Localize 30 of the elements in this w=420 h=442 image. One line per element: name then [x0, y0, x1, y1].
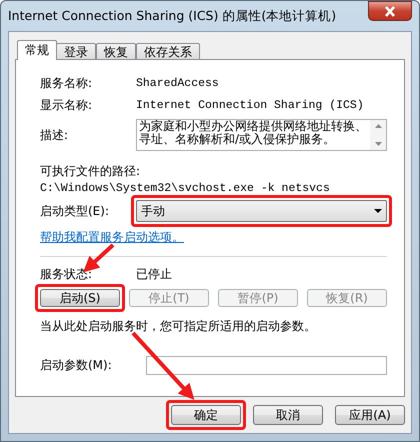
- scroll-up-icon: [374, 124, 382, 128]
- dialog-button[interactable]: 确定: [171, 405, 241, 425]
- tab[interactable]: 常规: [17, 40, 57, 60]
- field-label: 显示名称:: [40, 96, 94, 114]
- startup-type-dropdown[interactable]: 手动: [136, 200, 387, 222]
- description-box[interactable]: 为家庭和小型办公网络提供网络地址转换、寻址、名称解析和/或入侵保护服务。: [136, 119, 387, 151]
- field-value: SharedAccess: [136, 76, 219, 90]
- tab[interactable]: 恢复: [96, 43, 136, 60]
- status-value: 已停止: [136, 266, 172, 282]
- field-label: 描述:: [40, 126, 70, 144]
- field-label: 服务名称:: [40, 74, 94, 92]
- field-value: Internet Connection Sharing (ICS): [136, 98, 364, 112]
- help-link[interactable]: 帮助我配置服务启动选项。: [40, 228, 184, 246]
- close-icon: [384, 6, 396, 16]
- service-button[interactable]: 启动(S): [40, 289, 120, 307]
- dropdown-arrow-icon: [374, 209, 382, 213]
- dialog-button[interactable]: 应用(A): [335, 405, 405, 425]
- field-label: 启动类型(E):: [40, 202, 110, 220]
- close-button[interactable]: [368, 1, 412, 21]
- path-text: C:\Windows\System32\svchost.exe -k netsvcs: [40, 182, 330, 194]
- field-label: 可执行文件的路径:: [40, 162, 140, 180]
- tab[interactable]: 依存关系: [136, 43, 200, 60]
- scroll-down-icon: [374, 142, 382, 146]
- window-title: Internet Connection Sharing (ICS) 的属性(本地计算机): [8, 8, 336, 24]
- hint-text: 当从此处启动服务时，您可指定所适用的启动参数。: [40, 318, 316, 334]
- scrollbar[interactable]: [370, 120, 386, 150]
- field-label: 启动参数(M):: [40, 356, 113, 374]
- dialog-button[interactable]: 取消: [253, 405, 323, 425]
- parameters-field[interactable]: [146, 356, 387, 374]
- tab[interactable]: 登录: [56, 43, 96, 60]
